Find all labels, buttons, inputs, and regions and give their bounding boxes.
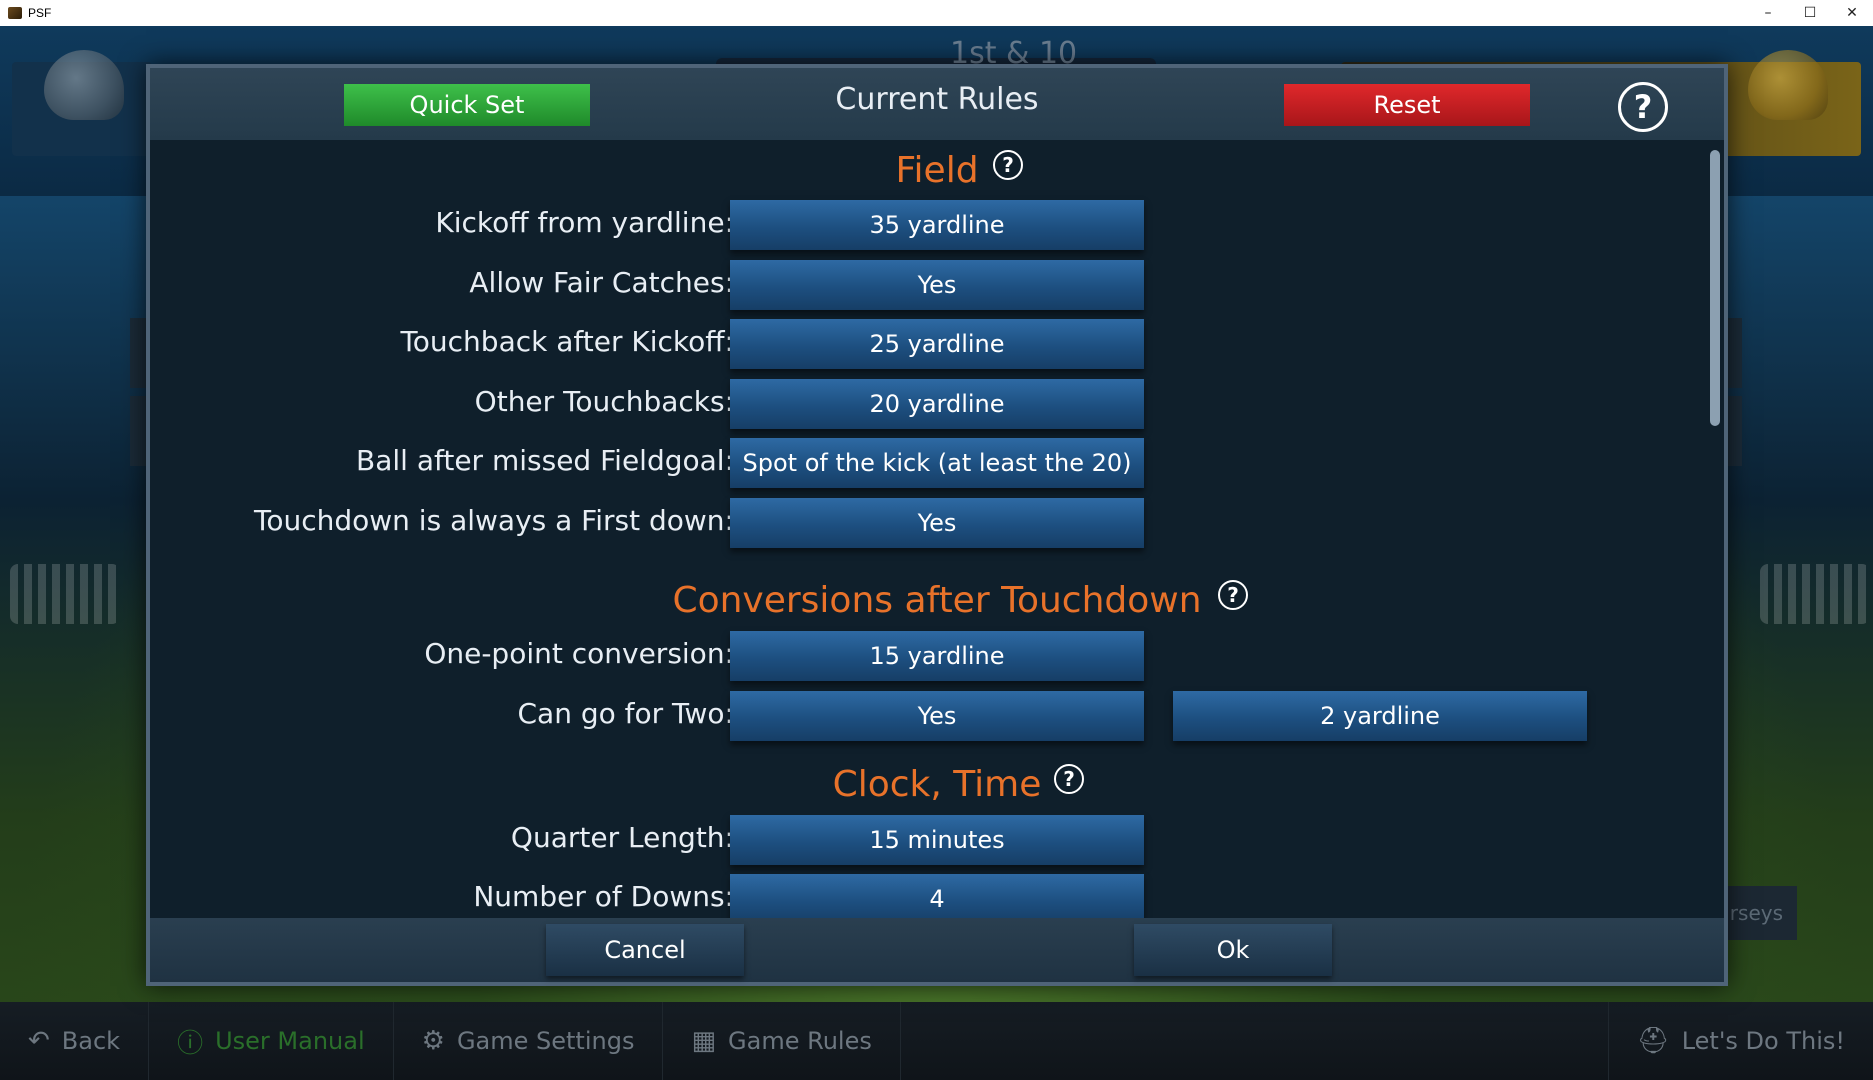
close-button[interactable]: ✕ [1831, 0, 1873, 26]
scrollbar-thumb[interactable] [1710, 150, 1720, 426]
nav-lets-do-this-label: Let's Do This! [1681, 1027, 1845, 1055]
row-label: Allow Fair Catches: [469, 266, 734, 299]
nav-game-rules[interactable]: ▦ Game Rules [663, 1002, 901, 1080]
other-touchbacks-button[interactable]: 20 yardline [730, 379, 1144, 429]
help-icon[interactable]: ? [1054, 764, 1084, 794]
scoreboard-icon: ▦ [691, 1026, 717, 1056]
row-label: Can go for Two: [517, 697, 735, 730]
nav-game-rules-label: Game Rules [728, 1027, 872, 1055]
nav-user-manual-label: User Manual [215, 1027, 365, 1055]
helmet-icon [44, 50, 124, 120]
bottom-nav: ↶ Back ⓘ User Manual ⚙ Game Settings ▦ G… [0, 1002, 1873, 1080]
section-title-field: Field [895, 150, 979, 191]
maximize-button[interactable]: ☐ [1789, 0, 1831, 26]
row-label: Touchback after Kickoff: [400, 325, 734, 358]
nav-lets-do-this[interactable]: ⛑ Let's Do This! [1607, 1002, 1873, 1080]
rules-dialog: Quick Set Current Rules Reset ? Field ? … [146, 64, 1728, 986]
nav-game-settings[interactable]: ⚙ Game Settings [394, 1002, 664, 1080]
nav-user-manual[interactable]: ⓘ User Manual [149, 1002, 394, 1080]
gear-icon: ⚙ [421, 1026, 445, 1056]
row-label: Other Touchbacks: [474, 385, 734, 418]
one-point-conversion-button[interactable]: 15 yardline [730, 631, 1144, 681]
window-title: PSF [28, 6, 52, 20]
number-of-downs-button[interactable]: 4 [730, 874, 1144, 918]
window-titlebar: PSF – ☐ ✕ [0, 0, 1873, 26]
missed-fieldgoal-button[interactable]: Spot of the kick (at least the 20) [730, 438, 1144, 488]
row-label: One-point conversion: [424, 637, 734, 670]
helmet-icon: ⛑ [1636, 1026, 1670, 1056]
row-label: Kickoff from yardline: [435, 206, 734, 239]
two-point-yardline-button[interactable]: 2 yardline [1173, 691, 1587, 741]
helmet-icon [1748, 50, 1828, 120]
help-icon[interactable]: ? [993, 150, 1023, 180]
app-icon [8, 7, 22, 19]
back-arrow-icon: ↶ [28, 1026, 50, 1056]
reset-button[interactable]: Reset [1284, 84, 1530, 126]
quarter-length-button[interactable]: 15 minutes [730, 815, 1144, 865]
help-icon[interactable]: ? [1618, 82, 1668, 132]
nav-back-label: Back [61, 1027, 121, 1055]
stadium-lights [10, 564, 120, 624]
kickoff-yardline-button[interactable]: 35 yardline [730, 200, 1144, 250]
row-label: Quarter Length: [510, 821, 734, 854]
section-title-conversions: Conversions after Touchdown [672, 580, 1202, 621]
nav-back[interactable]: ↶ Back [0, 1002, 150, 1080]
window-controls: – ☐ ✕ [1747, 0, 1873, 26]
ok-button[interactable]: Ok [1134, 924, 1332, 976]
dialog-header: Quick Set Current Rules Reset ? [150, 68, 1724, 140]
stadium-lights [1760, 564, 1870, 624]
minimize-button[interactable]: – [1747, 0, 1789, 26]
help-icon[interactable]: ? [1218, 580, 1248, 610]
info-icon: ⓘ [177, 1028, 204, 1059]
row-label: Ball after missed Fieldgoal: [356, 444, 734, 477]
go-for-two-button[interactable]: Yes [730, 691, 1144, 741]
touchback-kickoff-button[interactable]: 25 yardline [730, 319, 1144, 369]
touchdown-first-down-button[interactable]: Yes [730, 498, 1144, 548]
dialog-footer: Cancel Ok [150, 918, 1724, 982]
row-label: Touchdown is always a First down: [253, 504, 734, 537]
dialog-body: Field ? Kickoff from yardline: 35 yardli… [150, 140, 1724, 918]
row-label: Number of Downs: [473, 880, 734, 913]
section-title-clock: Clock, Time [832, 764, 1042, 805]
fair-catches-button[interactable]: Yes [730, 260, 1144, 310]
cancel-button[interactable]: Cancel [546, 924, 744, 976]
nav-game-settings-label: Game Settings [456, 1027, 635, 1055]
scrollbar[interactable] [1706, 146, 1720, 916]
